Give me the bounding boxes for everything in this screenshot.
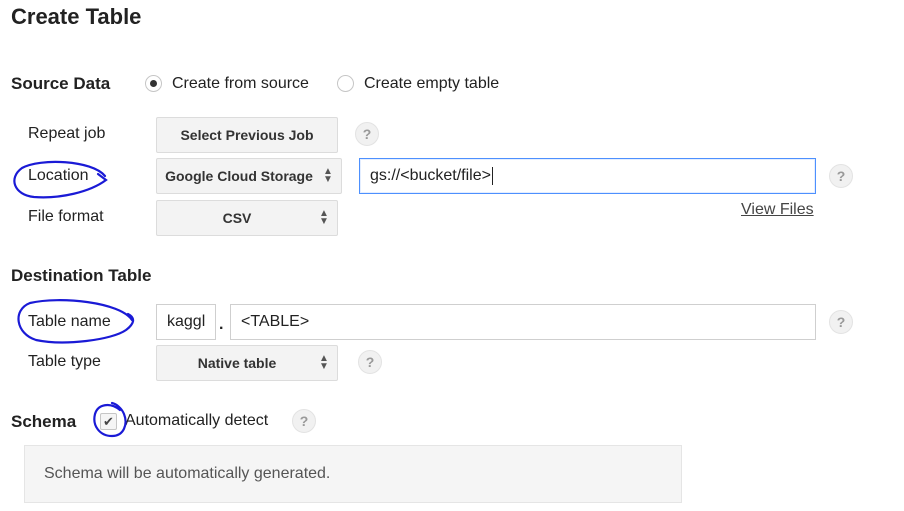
select-arrows-icon: ▲ ▼ bbox=[319, 353, 329, 372]
location-help-icon[interactable]: ? bbox=[829, 164, 853, 188]
select-arrows-icon: ▲ ▼ bbox=[319, 208, 329, 227]
table-type-help-icon[interactable]: ? bbox=[358, 350, 382, 374]
destination-table-heading: Destination Table bbox=[11, 266, 152, 285]
schema-heading: Schema bbox=[11, 412, 77, 431]
location-select[interactable]: Google Cloud Storage ▲ ▼ bbox=[156, 158, 342, 194]
table-name-help-icon[interactable]: ? bbox=[829, 310, 853, 334]
dataset-name-value: kaggl bbox=[167, 313, 206, 330]
source-data-heading: Source Data bbox=[11, 74, 111, 93]
radio-selected-dot bbox=[150, 80, 157, 87]
table-name-value: <TABLE> bbox=[241, 313, 310, 330]
radio-create-from-source-label[interactable]: Create from source bbox=[172, 75, 309, 93]
location-path-value: gs://<bucket/file> bbox=[370, 167, 491, 184]
schema-info-box: Schema will be automatically generated. bbox=[24, 445, 682, 503]
dataset-name-input[interactable]: kaggl bbox=[156, 304, 216, 340]
auto-detect-label[interactable]: Automatically detect bbox=[125, 412, 268, 430]
location-path-input[interactable]: gs://<bucket/file> bbox=[359, 158, 816, 194]
schema-info-message: Schema will be automatically generated. bbox=[44, 465, 331, 482]
select-arrows-icon: ▲ ▼ bbox=[323, 166, 333, 185]
file-format-select-value: CSV bbox=[222, 210, 252, 226]
table-type-select[interactable]: Native table ▲ ▼ bbox=[156, 345, 338, 381]
auto-detect-checkbox[interactable]: ✔ bbox=[100, 413, 117, 430]
schema-help-icon[interactable]: ? bbox=[292, 409, 316, 433]
checkmark-icon: ✔ bbox=[103, 413, 114, 429]
radio-create-empty-table-label[interactable]: Create empty table bbox=[364, 75, 499, 93]
view-files-link[interactable]: View Files bbox=[741, 201, 814, 219]
file-format-select[interactable]: CSV ▲ ▼ bbox=[156, 200, 338, 236]
text-cursor bbox=[491, 167, 493, 185]
repeat-job-help-icon[interactable]: ? bbox=[355, 122, 379, 146]
select-previous-job-button[interactable]: Select Previous Job bbox=[156, 117, 338, 153]
table-name-input[interactable]: <TABLE> bbox=[230, 304, 816, 340]
table-type-label: Table type bbox=[28, 353, 101, 370]
table-name-label: Table name bbox=[28, 313, 111, 330]
radio-create-from-source[interactable] bbox=[145, 75, 162, 92]
repeat-job-label: Repeat job bbox=[28, 125, 106, 142]
dataset-table-separator: . bbox=[219, 316, 224, 333]
location-label: Location bbox=[28, 167, 89, 184]
page-title: Create Table bbox=[11, 4, 142, 29]
table-type-select-value: Native table bbox=[197, 355, 277, 371]
file-format-label: File format bbox=[28, 208, 104, 225]
location-select-value: Google Cloud Storage bbox=[165, 168, 313, 184]
radio-create-empty-table[interactable] bbox=[337, 75, 354, 92]
